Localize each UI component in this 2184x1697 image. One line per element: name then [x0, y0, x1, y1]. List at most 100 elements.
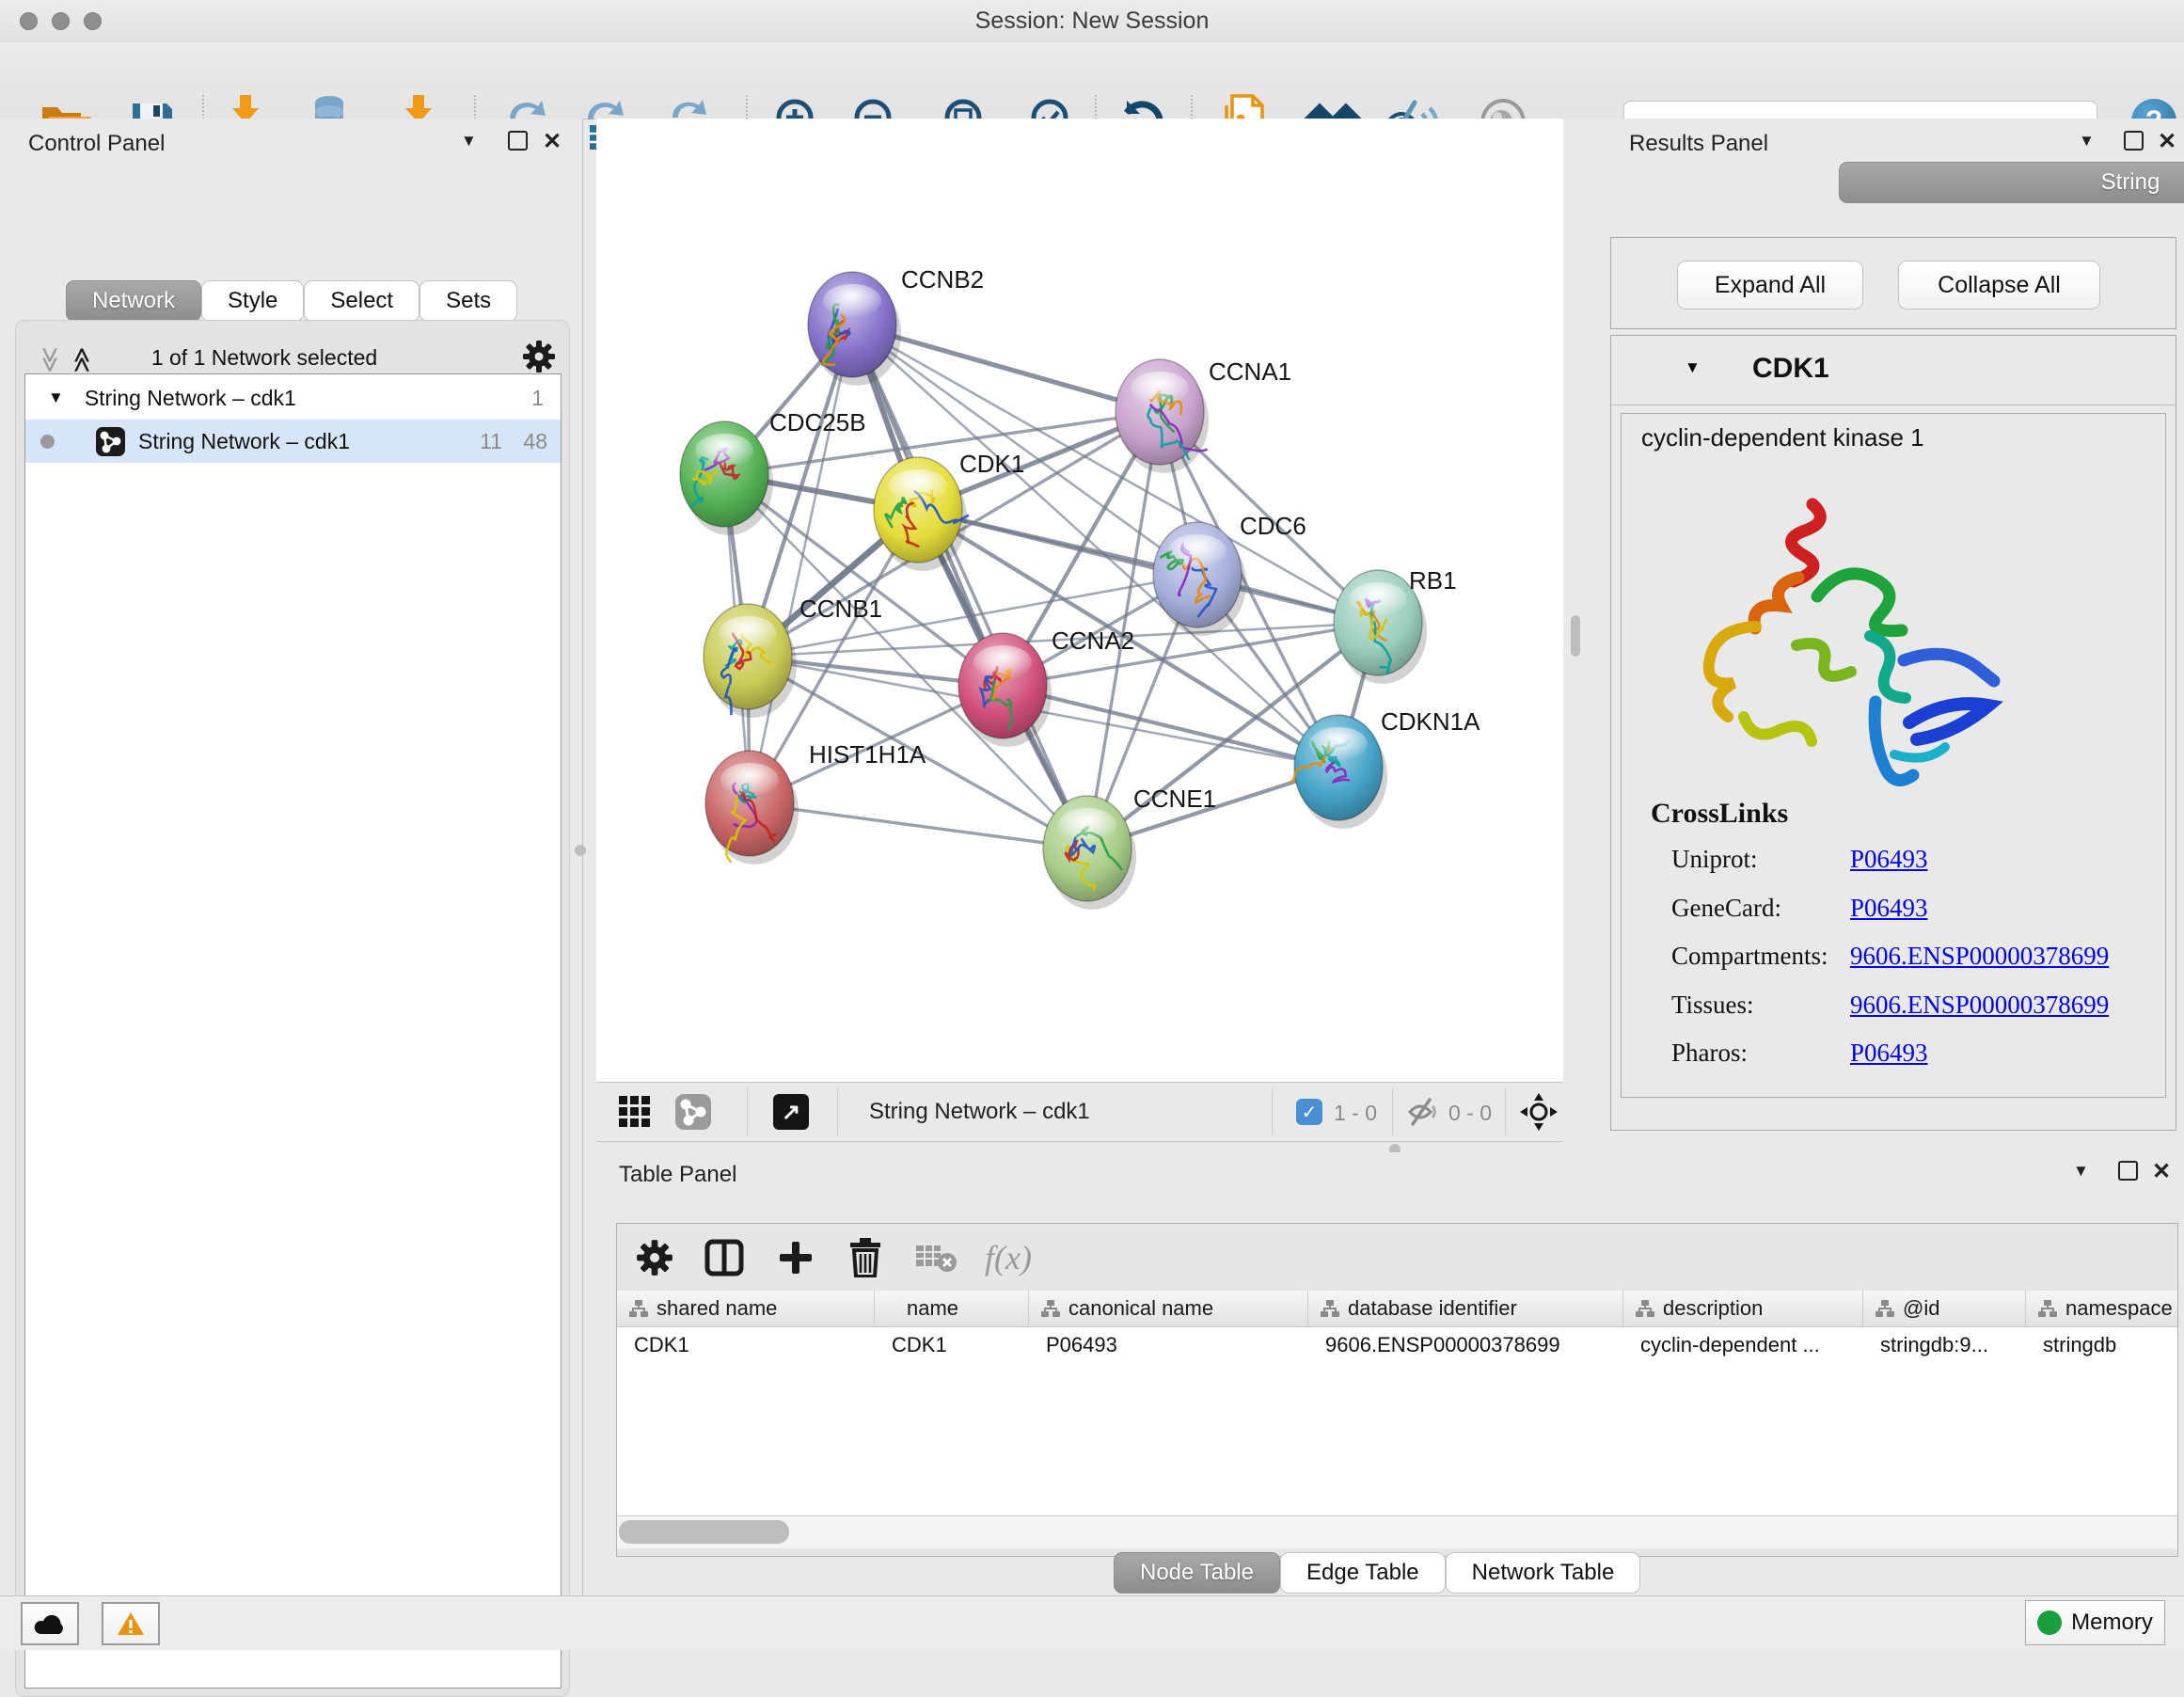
table-cell[interactable]: CDK1 — [617, 1326, 875, 1364]
crosslink-link[interactable]: P06493 — [1850, 894, 1928, 923]
network-node-CCNB2[interactable] — [808, 272, 901, 386]
node-label-CDC6: CDC6 — [1240, 512, 1306, 540]
expand-all-button[interactable]: Expand All — [1677, 261, 1863, 309]
network-node-CDK1[interactable] — [874, 457, 969, 571]
gene-description: cyclin-dependent kinase 1 — [1641, 423, 1924, 452]
table-horizontal-scrollbar[interactable] — [617, 1515, 2177, 1548]
collection-count: 1 — [531, 386, 544, 411]
network-node-CDKN1A[interactable] — [1290, 715, 1387, 829]
selected-checkbox-icon[interactable]: ✓ — [1296, 1099, 1322, 1125]
table-cell[interactable]: stringdb:9... — [1863, 1326, 2026, 1364]
tab-network-table[interactable]: Network Table — [1446, 1552, 1641, 1594]
collapse-all-button[interactable]: Collapse All — [1898, 261, 2100, 309]
network-options-gear-icon[interactable] — [522, 340, 556, 373]
node-label-CCNA2: CCNA2 — [1052, 626, 1134, 655]
table-cell[interactable]: cyclin-dependent ... — [1623, 1326, 1863, 1364]
column-header-database-identifier[interactable]: database identifier — [1308, 1291, 1623, 1326]
crosslink-link[interactable]: P06493 — [1850, 845, 1928, 874]
crosslink-link[interactable]: 9606.ENSP00000378699 — [1850, 991, 2109, 1020]
cloud-button[interactable] — [21, 1602, 79, 1645]
network-edge-count: 48 — [523, 429, 547, 454]
control-panel-float-icon[interactable] — [508, 131, 528, 151]
left-splitter-handle[interactable] — [575, 845, 586, 856]
control-panel-title: Control Panel — [28, 131, 165, 157]
function-builder-icon[interactable]: f(x) — [982, 1231, 1035, 1284]
network-row[interactable]: String Network – cdk1 11 48 — [25, 420, 561, 463]
column-header-namespace[interactable]: namespace — [2026, 1291, 2177, 1326]
node-label-CCNA1: CCNA1 — [1209, 357, 1291, 386]
memory-status-dot-icon — [2037, 1610, 2062, 1635]
right-splitter-handle[interactable] — [1571, 615, 1580, 657]
tab-style[interactable]: Style — [201, 280, 304, 322]
network-selection-summary: 1 of 1 Network selected — [16, 345, 513, 371]
tab-string[interactable]: String — [1839, 162, 2184, 203]
results-actions-box: Expand All Collapse All — [1610, 237, 2176, 329]
gene-details: cyclin-dependent kinase 1 — [1621, 413, 2166, 1098]
column-header-shared-name[interactable]: shared name — [617, 1291, 875, 1326]
results-panel-collapse-icon[interactable]: ▼ — [2079, 132, 2095, 151]
crosslink-row: Uniprot:P06493 — [1622, 845, 2165, 893]
table-cell[interactable]: stringdb — [2026, 1326, 2177, 1364]
add-column-icon[interactable] — [769, 1231, 822, 1284]
protein-structure-image — [1657, 476, 2018, 828]
memory-button[interactable]: Memory — [2025, 1600, 2165, 1645]
network-edge[interactable] — [852, 325, 1087, 848]
table-toolbar: f(x) — [617, 1224, 2177, 1291]
crosslink-link[interactable]: 9606.ENSP00000378699 — [1850, 942, 2109, 971]
network-collection-row[interactable]: ▼ String Network – cdk1 1 — [25, 376, 561, 420]
control-panel-close-icon[interactable]: ✕ — [543, 128, 562, 155]
table-cell[interactable]: P06493 — [1029, 1326, 1308, 1364]
warning-button[interactable] — [102, 1602, 160, 1645]
column-header-name[interactable]: name — [875, 1291, 1029, 1326]
show-columns-icon[interactable] — [698, 1231, 751, 1284]
network-canvas[interactable]: CCNB2CCNA1CDC25BCDK1CDC6RB1CCNB1CCNA2CDK… — [596, 119, 1563, 1082]
network-edge[interactable] — [750, 803, 1087, 848]
table-options-gear-icon[interactable] — [628, 1231, 681, 1284]
main-toolbar: ? — [0, 42, 2184, 119]
column-header-canonical-name[interactable]: canonical name — [1029, 1291, 1308, 1326]
column-header--id[interactable]: @id — [1863, 1291, 2026, 1326]
delete-column-icon[interactable] — [839, 1231, 892, 1284]
table-panel-float-icon[interactable] — [2118, 1161, 2138, 1181]
table-tabs: Node TableEdge TableNetwork Table — [1114, 1552, 1640, 1594]
network-node-HIST1H1A[interactable] — [705, 751, 799, 864]
control-panel-body: ≫ ≪ 1 of 1 Network selected ▼ String Net… — [15, 320, 570, 1697]
results-panel-close-icon[interactable]: ✕ — [2158, 128, 2176, 155]
network-node-CCNB1[interactable] — [704, 604, 797, 718]
table-panel-title: Table Panel — [619, 1162, 736, 1188]
tree-expander-icon[interactable]: ▼ — [48, 389, 64, 407]
birdseye-toggle-icon[interactable] — [1520, 1093, 1558, 1131]
network-node-CDC25B[interactable] — [680, 421, 773, 535]
table-panel-close-icon[interactable]: ✕ — [2152, 1158, 2171, 1185]
results-panel-float-icon[interactable] — [2124, 131, 2144, 151]
tab-select[interactable]: Select — [304, 280, 419, 322]
control-panel: Control Panel ▼ ✕ NetworkStyleSelectSets… — [0, 119, 583, 1595]
tab-edge-table[interactable]: Edge Table — [1280, 1552, 1446, 1594]
delete-table-icon[interactable] — [910, 1231, 963, 1284]
gene-collapse-caret-icon[interactable]: ▼ — [1685, 358, 1701, 377]
table-panel-collapse-icon[interactable]: ▼ — [2073, 1162, 2089, 1181]
crosslink-link[interactable]: P06493 — [1850, 1039, 1928, 1068]
column-header-description[interactable]: description — [1623, 1291, 1863, 1326]
detach-view-icon[interactable]: ↗ — [773, 1094, 809, 1130]
network-edge[interactable] — [750, 325, 852, 803]
tab-node-table[interactable]: Node Table — [1114, 1552, 1280, 1594]
table-cell[interactable]: CDK1 — [875, 1326, 1029, 1364]
gene-header-row[interactable]: ▼ CDK1 — [1611, 336, 2176, 405]
hidden-eye-icon[interactable] — [1407, 1098, 1441, 1126]
table-cell[interactable]: 9606.ENSP00000378699 — [1308, 1326, 1623, 1364]
scrollbar-thumb[interactable] — [619, 1520, 789, 1544]
tab-network[interactable]: Network — [66, 280, 201, 322]
memory-label: Memory — [2071, 1610, 2153, 1636]
grid-view-icon[interactable] — [619, 1096, 651, 1128]
node-label-CCNB2: CCNB2 — [901, 265, 984, 293]
crosslink-row: Tissues:9606.ENSP00000378699 — [1622, 991, 2165, 1039]
network-node-CCNA1[interactable] — [1116, 359, 1209, 473]
network-node-CCNE1[interactable] — [1043, 796, 1136, 910]
table-row[interactable]: CDK1CDK1P064939606.ENSP00000378699cyclin… — [617, 1326, 2177, 1364]
control-panel-collapse-icon[interactable]: ▼ — [461, 132, 477, 151]
node-label-HIST1H1A: HIST1H1A — [809, 740, 926, 769]
network-view-share-icon[interactable] — [675, 1094, 711, 1130]
control-panel-tabs: NetworkStyleSelectSets — [66, 280, 517, 322]
tab-sets[interactable]: Sets — [419, 280, 517, 322]
